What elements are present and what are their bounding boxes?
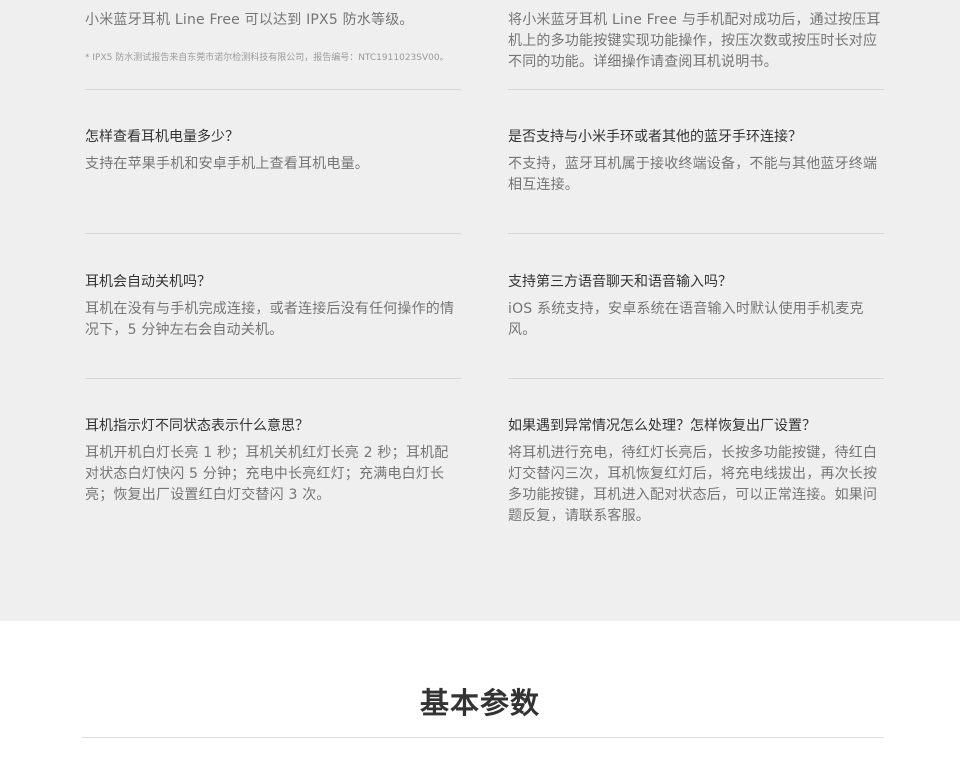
faq-answer: 支持在苹果手机和安卓手机上查看耳机电量。 bbox=[85, 156, 369, 172]
faq-answer: 不支持，蓝牙耳机属于接收终端设备，不能与其他蓝牙终端相互连接。 bbox=[508, 156, 878, 193]
faq-divider bbox=[508, 378, 884, 379]
faq-item-reset: 如果遇到异常情况怎么处理？怎样恢复出厂设置？ 将耳机进行充电，待红灯长亮后，长按… bbox=[508, 416, 884, 527]
section-title-params: 基本参数 bbox=[419, 686, 540, 720]
faq-item-controls: 将小米蓝牙耳机 Line Free 与手机配对成功后，通过按压耳机上的多功能按键… bbox=[508, 10, 884, 73]
faq-divider bbox=[85, 378, 461, 379]
faq-answer: 小米蓝牙耳机 Line Free 可以达到 IPX5 防水等级。 bbox=[85, 12, 414, 28]
faq-divider bbox=[508, 233, 884, 234]
faq-answer: iOS 系统支持，安卓系统在语音输入时默认使用手机麦克风。 bbox=[508, 301, 864, 338]
faq-answer: 耳机开机白灯长亮 1 秒；耳机关机红灯长亮 2 秒；耳机配对状态白灯快闪 5 分… bbox=[85, 445, 449, 503]
faq-footnote: * IPX5 防水测试报告来自东莞市诺尔检测科技有限公司，报告编号：NTC191… bbox=[85, 53, 449, 63]
faq-item-voice: 支持第三方语音聊天和语音输入吗？ iOS 系统支持，安卓系统在语音输入时默认使用… bbox=[508, 272, 884, 341]
faq-question: 支持第三方语音聊天和语音输入吗？ bbox=[508, 274, 732, 290]
faq-item-battery: 怎样查看耳机电量多少？ 支持在苹果手机和安卓手机上查看耳机电量。 bbox=[85, 127, 461, 175]
faq-question: 耳机会自动关机吗？ bbox=[85, 274, 211, 290]
faq-divider bbox=[85, 89, 461, 90]
section-divider bbox=[82, 737, 884, 738]
faq-question: 耳机指示灯不同状态表示什么意思？ bbox=[85, 418, 309, 434]
faq-section: 小米蓝牙耳机 Line Free 可以达到 IPX5 防水等级。 * IPX5 … bbox=[0, 0, 960, 621]
faq-question: 如果遇到异常情况怎么处理？怎样恢复出厂设置？ bbox=[508, 418, 816, 434]
faq-question: 怎样查看耳机电量多少？ bbox=[85, 129, 239, 145]
faq-item-indicator: 耳机指示灯不同状态表示什么意思？ 耳机开机白灯长亮 1 秒；耳机关机红灯长亮 2… bbox=[85, 416, 461, 506]
faq-divider bbox=[85, 233, 461, 234]
faq-answer: 耳机在没有与手机完成连接，或者连接后没有任何操作的情况下，5 分钟左右会自动关机… bbox=[85, 301, 455, 338]
faq-answer: 将小米蓝牙耳机 Line Free 与手机配对成功后，通过按压耳机上的多功能按键… bbox=[508, 12, 881, 70]
faq-divider bbox=[508, 89, 884, 90]
faq-answer: 将耳机进行充电，待红灯长亮后，长按多功能按键，待红白灯交替闪三次，耳机恢复红灯后… bbox=[508, 445, 878, 524]
faq-question: 是否支持与小米手环或者其他的蓝牙手环连接？ bbox=[508, 129, 802, 145]
faq-item-auto-off: 耳机会自动关机吗？ 耳机在没有与手机完成连接，或者连接后没有任何操作的情况下，5… bbox=[85, 272, 461, 341]
faq-item-waterproof: 小米蓝牙耳机 Line Free 可以达到 IPX5 防水等级。 * IPX5 … bbox=[85, 10, 461, 65]
faq-item-band: 是否支持与小米手环或者其他的蓝牙手环连接？ 不支持，蓝牙耳机属于接收终端设备，不… bbox=[508, 127, 884, 196]
